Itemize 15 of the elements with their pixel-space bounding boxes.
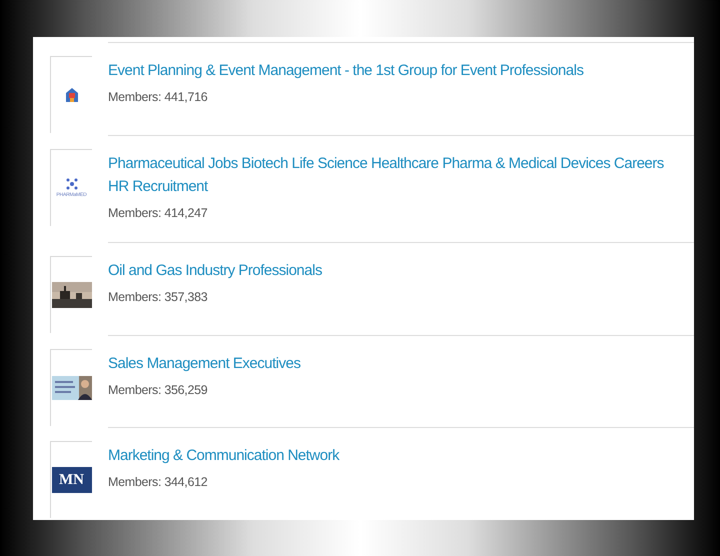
group-title-link[interactable]: Sales Management Executives	[108, 352, 674, 375]
group-title-link[interactable]: Pharmaceutical Jobs Biotech Life Science Healthcare Pharma & Medical Devices Careers HR Recruitment	[108, 152, 674, 198]
member-count: Members: 441,716	[108, 90, 208, 104]
group-title-link[interactable]: Event Planning & Event Management - the 1st Group for Event Professionals	[108, 59, 674, 82]
group-title-link[interactable]: Oil and Gas Industry Professionals	[108, 259, 674, 282]
logo: MN	[52, 467, 92, 494]
group-logo[interactable]	[50, 256, 92, 334]
group-logo[interactable]: MN	[50, 441, 92, 518]
group-title-link[interactable]: Marketing & Communication Network	[108, 444, 674, 468]
molecule-icon	[66, 178, 78, 190]
member-count: Members: 344,612	[108, 475, 208, 490]
member-count: Members: 357,383	[108, 290, 208, 304]
house-logo-icon	[64, 87, 78, 103]
member-count: Members: 414,247	[108, 206, 208, 220]
member-count: Members: 356,259	[108, 382, 208, 397]
